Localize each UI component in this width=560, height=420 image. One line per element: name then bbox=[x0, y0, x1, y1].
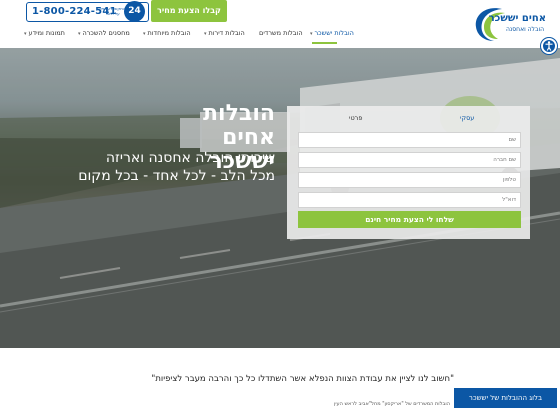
logo-title: אחים יששכר bbox=[488, 13, 546, 24]
testimonial-quote: "חשוב לנו לציין את עבודת הצוות הנפלא אשר… bbox=[151, 374, 454, 384]
nav-item-label: הובלות דירות bbox=[208, 29, 245, 37]
nav-item-label: הובלות משרדים bbox=[259, 29, 303, 37]
hero-subtitle-line1: שירותי הובלה אחסנה ואריזה bbox=[105, 150, 275, 166]
submit-quote-button[interactable]: שלחו לי הצעת מחיר חינם bbox=[298, 211, 521, 228]
nav-item-apartment-moving[interactable]: ▾ הובלות דירות bbox=[204, 29, 245, 37]
nav-item-photos-info[interactable]: ▾ תמונות ומידע bbox=[24, 29, 65, 37]
quote-form: עסקי פרטי שם שם חברה טלפון דוא"ל שלחו לי… bbox=[287, 106, 530, 239]
nav-item-special-moving[interactable]: ▾ הובלות מיוחדות bbox=[143, 29, 191, 37]
chevron-down-icon: ▾ bbox=[310, 31, 313, 37]
nav-item-label: תמונות ומידע bbox=[28, 29, 65, 37]
blog-button[interactable]: בלוג ההובלות של יששכר bbox=[454, 388, 557, 408]
clock-24-icon: 24 bbox=[124, 1, 145, 22]
nav-item-label: מחסנים להשכרה bbox=[82, 29, 130, 37]
testimonial-author: הובלות המשרדים של "אריקסון" מחל"אביב לרא… bbox=[334, 401, 450, 407]
hero-subtitle-line2: מכל הלב - לכל אחד - בכל מקום bbox=[78, 168, 275, 184]
nav-item-storage-rental[interactable]: ▾ מחסנים להשכרה bbox=[78, 29, 130, 37]
tab-private[interactable]: פרטי bbox=[349, 114, 362, 122]
tab-business[interactable]: עסקי bbox=[460, 114, 474, 122]
get-quote-button[interactable]: קבלו הצעת מחיר bbox=[151, 0, 227, 22]
chevron-down-icon: ▾ bbox=[24, 31, 27, 37]
main-nav: ▾ הובלות יששכר הובלות משרדים ▾ הובלות דירו… bbox=[0, 26, 560, 46]
nav-item-yissachar-moving[interactable]: ▾ הובלות יששכר bbox=[310, 29, 354, 37]
accessibility-icon[interactable] bbox=[541, 38, 557, 54]
nav-item-office-moving[interactable]: הובלות משרדים bbox=[259, 29, 303, 37]
chevron-down-icon: ▾ bbox=[204, 31, 207, 37]
email-field[interactable]: דוא"ל bbox=[298, 192, 521, 208]
phone-field[interactable]: טלפון bbox=[298, 172, 521, 188]
nav-active-underline bbox=[312, 42, 337, 44]
phone-hours-label: התקשרו עכשיו על היום bbox=[100, 6, 126, 16]
chevron-down-icon: ▾ bbox=[143, 31, 146, 37]
chevron-down-icon: ▾ bbox=[78, 31, 81, 37]
name-field[interactable]: שם bbox=[298, 132, 521, 148]
company-field[interactable]: שם חברה bbox=[298, 152, 521, 168]
nav-item-label: הובלות מיוחדות bbox=[147, 29, 191, 37]
testimonial-section: "חשוב לנו לציין את עבודת הצוות הנפלא אשר… bbox=[0, 348, 560, 420]
nav-item-label: הובלות יששכר bbox=[314, 29, 354, 37]
